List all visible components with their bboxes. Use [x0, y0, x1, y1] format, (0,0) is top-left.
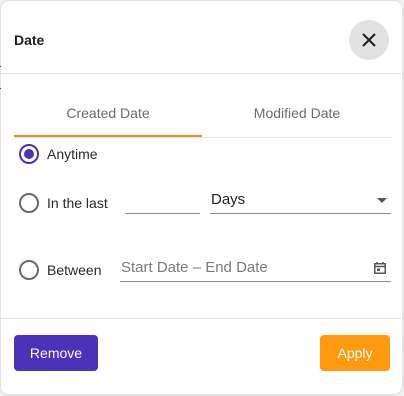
- calendar-icon[interactable]: [374, 262, 386, 274]
- tab-modified-date[interactable]: Modified Date: [203, 93, 391, 135]
- last-number-input[interactable]: [125, 191, 200, 214]
- date-type-tabs: Created Date Modified Date: [14, 93, 391, 138]
- anytime-label: Anytime: [47, 146, 98, 162]
- apply-button[interactable]: Apply: [320, 335, 390, 371]
- tab-created-date[interactable]: Created Date: [14, 93, 202, 137]
- anytime-radio[interactable]: [19, 144, 39, 164]
- between-label: Between: [47, 262, 102, 278]
- close-icon: [362, 33, 376, 47]
- in-the-last-label: In the last: [47, 195, 108, 211]
- time-unit-value: Days: [211, 191, 246, 208]
- footer-divider: [1, 318, 402, 319]
- dialog-title: Date: [14, 32, 45, 48]
- close-button[interactable]: [349, 20, 389, 60]
- remove-button[interactable]: Remove: [14, 335, 98, 371]
- in-the-last-radio[interactable]: [19, 193, 39, 213]
- time-unit-select[interactable]: Days: [210, 189, 391, 214]
- date-range-placeholder: Start Date – End Date: [121, 259, 268, 276]
- date-filter-dialog: Date Created Date Modified Date Anytime …: [1, 1, 402, 394]
- date-range-input[interactable]: Start Date – End Date: [120, 257, 391, 282]
- caret-down-icon: [377, 198, 387, 203]
- between-radio[interactable]: [19, 260, 39, 280]
- radio-selected-dot: [24, 149, 34, 159]
- dialog-header: Date: [1, 1, 402, 74]
